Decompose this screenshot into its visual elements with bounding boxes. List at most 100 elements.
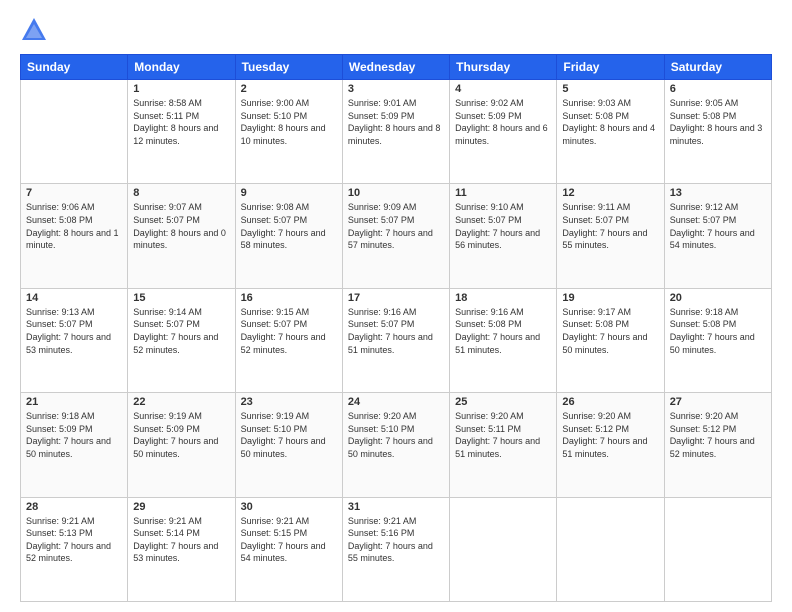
day-number: 5 (562, 83, 658, 95)
day-number: 22 (133, 396, 229, 408)
page: SundayMondayTuesdayWednesdayThursdayFrid… (0, 0, 792, 612)
calendar-week-row: 1 Sunrise: 8:58 AMSunset: 5:11 PMDaylight… (21, 80, 772, 184)
calendar-cell: 11 Sunrise: 9:10 AMSunset: 5:07 PMDayligh… (450, 184, 557, 288)
day-info: Sunrise: 9:20 AMSunset: 5:12 PMDaylight:… (562, 410, 658, 460)
day-number: 29 (133, 501, 229, 513)
day-info: Sunrise: 9:15 AMSunset: 5:07 PMDaylight:… (241, 306, 337, 356)
calendar-cell: 13 Sunrise: 9:12 AMSunset: 5:07 PMDayligh… (664, 184, 771, 288)
day-number: 25 (455, 396, 551, 408)
calendar-cell (450, 497, 557, 601)
calendar-cell: 2 Sunrise: 9:00 AMSunset: 5:10 PMDaylight… (235, 80, 342, 184)
day-number: 2 (241, 83, 337, 95)
day-info: Sunrise: 9:21 AMSunset: 5:16 PMDaylight:… (348, 515, 444, 565)
day-info: Sunrise: 9:05 AMSunset: 5:08 PMDaylight:… (670, 97, 766, 147)
day-number: 26 (562, 396, 658, 408)
weekday-header: Sunday (21, 55, 128, 80)
day-info: Sunrise: 9:02 AMSunset: 5:09 PMDaylight:… (455, 97, 551, 147)
day-number: 27 (670, 396, 766, 408)
calendar-cell: 4 Sunrise: 9:02 AMSunset: 5:09 PMDaylight… (450, 80, 557, 184)
day-info: Sunrise: 9:00 AMSunset: 5:10 PMDaylight:… (241, 97, 337, 147)
calendar-cell: 3 Sunrise: 9:01 AMSunset: 5:09 PMDaylight… (342, 80, 449, 184)
calendar: SundayMondayTuesdayWednesdayThursdayFrid… (20, 54, 772, 602)
calendar-cell: 25 Sunrise: 9:20 AMSunset: 5:11 PMDayligh… (450, 393, 557, 497)
weekday-header: Friday (557, 55, 664, 80)
day-info: Sunrise: 9:11 AMSunset: 5:07 PMDaylight:… (562, 201, 658, 251)
day-number: 7 (26, 187, 122, 199)
weekday-header: Wednesday (342, 55, 449, 80)
day-number: 4 (455, 83, 551, 95)
day-info: Sunrise: 9:18 AMSunset: 5:09 PMDaylight:… (26, 410, 122, 460)
day-info: Sunrise: 9:21 AMSunset: 5:14 PMDaylight:… (133, 515, 229, 565)
day-number: 3 (348, 83, 444, 95)
day-info: Sunrise: 9:17 AMSunset: 5:08 PMDaylight:… (562, 306, 658, 356)
calendar-cell: 14 Sunrise: 9:13 AMSunset: 5:07 PMDayligh… (21, 288, 128, 392)
day-number: 1 (133, 83, 229, 95)
day-number: 23 (241, 396, 337, 408)
day-number: 17 (348, 292, 444, 304)
weekday-header: Saturday (664, 55, 771, 80)
calendar-cell: 23 Sunrise: 9:19 AMSunset: 5:10 PMDayligh… (235, 393, 342, 497)
calendar-cell: 18Sunrise: 9:16 AMSunset: 5:08 PMDayligh… (450, 288, 557, 392)
day-info: Sunrise: 9:21 AMSunset: 5:15 PMDaylight:… (241, 515, 337, 565)
calendar-cell: 27 Sunrise: 9:20 AMSunset: 5:12 PMDayligh… (664, 393, 771, 497)
calendar-cell: 15 Sunrise: 9:14 AMSunset: 5:07 PMDayligh… (128, 288, 235, 392)
day-info: Sunrise: 9:09 AMSunset: 5:07 PMDaylight:… (348, 201, 444, 251)
day-number: 12 (562, 187, 658, 199)
day-info: Sunrise: 9:16 AMSunset: 5:07 PMDaylight:… (348, 306, 444, 356)
calendar-week-row: 7Sunrise: 9:06 AMSunset: 5:08 PMDaylight… (21, 184, 772, 288)
day-info: Sunrise: 9:20 AMSunset: 5:12 PMDaylight:… (670, 410, 766, 460)
day-number: 8 (133, 187, 229, 199)
calendar-cell: 1 Sunrise: 8:58 AMSunset: 5:11 PMDaylight… (128, 80, 235, 184)
calendar-cell (21, 80, 128, 184)
calendar-cell: 8 Sunrise: 9:07 AMSunset: 5:07 PMDaylight… (128, 184, 235, 288)
calendar-cell (557, 497, 664, 601)
day-info: Sunrise: 9:07 AMSunset: 5:07 PMDaylight:… (133, 201, 229, 251)
day-number: 30 (241, 501, 337, 513)
day-info: Sunrise: 9:14 AMSunset: 5:07 PMDaylight:… (133, 306, 229, 356)
calendar-cell: 20 Sunrise: 9:18 AMSunset: 5:08 PMDayligh… (664, 288, 771, 392)
calendar-cell: 31Sunrise: 9:21 AMSunset: 5:16 PMDayligh… (342, 497, 449, 601)
calendar-cell: 28Sunrise: 9:21 AMSunset: 5:13 PMDayligh… (21, 497, 128, 601)
day-number: 20 (670, 292, 766, 304)
logo (20, 16, 52, 44)
weekday-header: Thursday (450, 55, 557, 80)
day-info: Sunrise: 9:08 AMSunset: 5:07 PMDaylight:… (241, 201, 337, 251)
calendar-cell: 21 Sunrise: 9:18 AMSunset: 5:09 PMDayligh… (21, 393, 128, 497)
weekday-header: Tuesday (235, 55, 342, 80)
day-info: Sunrise: 9:16 AMSunset: 5:08 PMDaylight:… (455, 306, 551, 356)
weekday-header: Monday (128, 55, 235, 80)
calendar-cell: 29 Sunrise: 9:21 AMSunset: 5:14 PMDayligh… (128, 497, 235, 601)
calendar-cell: 12 Sunrise: 9:11 AMSunset: 5:07 PMDayligh… (557, 184, 664, 288)
day-number: 9 (241, 187, 337, 199)
day-number: 11 (455, 187, 551, 199)
calendar-cell: 10 Sunrise: 9:09 AMSunset: 5:07 PMDayligh… (342, 184, 449, 288)
calendar-cell: 26 Sunrise: 9:20 AMSunset: 5:12 PMDayligh… (557, 393, 664, 497)
day-info: Sunrise: 9:10 AMSunset: 5:07 PMDaylight:… (455, 201, 551, 251)
day-number: 16 (241, 292, 337, 304)
calendar-cell: 6Sunrise: 9:05 AMSunset: 5:08 PMDaylight… (664, 80, 771, 184)
day-number: 21 (26, 396, 122, 408)
calendar-cell: 19 Sunrise: 9:17 AMSunset: 5:08 PMDayligh… (557, 288, 664, 392)
day-number: 15 (133, 292, 229, 304)
day-info: Sunrise: 8:58 AMSunset: 5:11 PMDaylight:… (133, 97, 229, 147)
day-info: Sunrise: 9:19 AMSunset: 5:09 PMDaylight:… (133, 410, 229, 460)
calendar-cell: 16 Sunrise: 9:15 AMSunset: 5:07 PMDayligh… (235, 288, 342, 392)
day-info: Sunrise: 9:13 AMSunset: 5:07 PMDaylight:… (26, 306, 122, 356)
day-number: 14 (26, 292, 122, 304)
day-number: 13 (670, 187, 766, 199)
calendar-week-row: 21 Sunrise: 9:18 AMSunset: 5:09 PMDayligh… (21, 393, 772, 497)
day-number: 19 (562, 292, 658, 304)
calendar-cell (664, 497, 771, 601)
calendar-header-row: SundayMondayTuesdayWednesdayThursdayFrid… (21, 55, 772, 80)
day-info: Sunrise: 9:19 AMSunset: 5:10 PMDaylight:… (241, 410, 337, 460)
day-info: Sunrise: 9:18 AMSunset: 5:08 PMDaylight:… (670, 306, 766, 356)
calendar-cell: 7Sunrise: 9:06 AMSunset: 5:08 PMDaylight… (21, 184, 128, 288)
calendar-cell: 5Sunrise: 9:03 AMSunset: 5:08 PMDaylight… (557, 80, 664, 184)
day-info: Sunrise: 9:01 AMSunset: 5:09 PMDaylight:… (348, 97, 444, 147)
day-number: 28 (26, 501, 122, 513)
day-number: 10 (348, 187, 444, 199)
day-info: Sunrise: 9:20 AMSunset: 5:10 PMDaylight:… (348, 410, 444, 460)
header (20, 16, 772, 44)
day-info: Sunrise: 9:20 AMSunset: 5:11 PMDaylight:… (455, 410, 551, 460)
day-info: Sunrise: 9:12 AMSunset: 5:07 PMDaylight:… (670, 201, 766, 251)
